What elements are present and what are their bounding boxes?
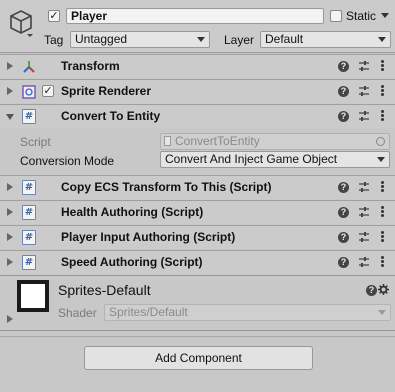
- help-icon[interactable]: ?: [366, 285, 377, 296]
- foldout-arrow-icon[interactable]: [7, 62, 13, 70]
- foldout-arrow-icon[interactable]: [7, 315, 13, 323]
- tag-dropdown[interactable]: Untagged: [70, 31, 210, 48]
- layer-label: Layer: [224, 33, 255, 47]
- component-convert-to-entity[interactable]: # Convert To Entity ?: [0, 104, 395, 128]
- conversion-mode-label: Conversion Mode: [20, 154, 115, 168]
- shader-value: Sprites/Default: [109, 305, 188, 319]
- add-component-button[interactable]: Add Component: [84, 346, 313, 370]
- gear-icon[interactable]: [378, 284, 389, 295]
- help-icon[interactable]: ?: [338, 207, 349, 218]
- presets-icon[interactable]: [358, 60, 370, 72]
- layer-value: Default: [265, 32, 304, 46]
- chevron-down-icon: [197, 37, 205, 42]
- component-title: Transform: [61, 59, 120, 73]
- presets-icon[interactable]: [358, 110, 370, 122]
- check-icon: ✓: [43, 84, 53, 97]
- context-menu-icon[interactable]: [379, 180, 385, 194]
- active-checkbox[interactable]: ✓: [48, 10, 60, 22]
- foldout-arrow-icon[interactable]: [7, 208, 13, 216]
- script-icon: #: [22, 109, 36, 124]
- component-health-authoring[interactable]: # Health Authoring (Script) ?: [0, 200, 395, 224]
- component-title: Sprite Renderer: [61, 84, 152, 98]
- component-title: Convert To Entity: [61, 109, 161, 123]
- component-sprite-renderer[interactable]: ✓ Sprite Renderer ?: [0, 79, 395, 103]
- foldout-arrow-icon[interactable]: [7, 258, 13, 266]
- material-preview[interactable]: [17, 280, 49, 312]
- context-menu-icon[interactable]: [379, 230, 385, 244]
- script-icon: #: [22, 180, 36, 195]
- transform-axes-icon: [23, 61, 35, 73]
- presets-icon[interactable]: [358, 231, 370, 243]
- help-icon[interactable]: ?: [338, 232, 349, 243]
- foldout-arrow-icon[interactable]: [7, 233, 13, 241]
- chevron-down-icon: [378, 310, 386, 315]
- conversion-mode-value: Convert And Inject Game Object: [165, 152, 338, 166]
- presets-icon[interactable]: [358, 181, 370, 193]
- layer-dropdown[interactable]: Default: [260, 31, 391, 48]
- component-player-input-authoring[interactable]: # Player Input Authoring (Script) ?: [0, 225, 395, 249]
- enabled-checkbox[interactable]: ✓: [42, 85, 54, 97]
- material-name: Sprites-Default: [58, 282, 151, 298]
- component-transform[interactable]: Transform ?: [0, 54, 395, 78]
- shader-label: Shader: [58, 306, 97, 320]
- inspector-header: ✓ Player Static Tag Untagged Layer Defau…: [0, 0, 395, 53]
- script-field: ConvertToEntity: [160, 133, 390, 150]
- script-file-icon: [164, 136, 171, 146]
- context-menu-icon[interactable]: [379, 205, 385, 219]
- context-menu-icon[interactable]: [379, 109, 385, 123]
- script-icon: #: [22, 205, 36, 220]
- divider: [0, 330, 395, 331]
- divider: [0, 336, 395, 337]
- static-label: Static: [346, 9, 377, 23]
- script-icon: #: [22, 255, 36, 270]
- component-title: Health Authoring (Script): [61, 205, 204, 219]
- sprite-renderer-icon: [22, 85, 36, 99]
- foldout-arrow-icon[interactable]: [7, 87, 13, 95]
- script-label: Script: [20, 135, 51, 149]
- chevron-down-icon: [378, 37, 386, 42]
- chevron-down-icon: [377, 157, 385, 162]
- component-title: Copy ECS Transform To This (Script): [61, 180, 272, 194]
- foldout-arrow-icon[interactable]: [7, 183, 13, 191]
- script-icon: #: [22, 230, 36, 245]
- component-speed-authoring[interactable]: # Speed Authoring (Script) ?: [0, 250, 395, 274]
- foldout-arrow-open-icon[interactable]: [6, 114, 14, 120]
- component-copy-ecs-transform[interactable]: # Copy ECS Transform To This (Script) ?: [0, 175, 395, 199]
- context-menu-icon[interactable]: [379, 59, 385, 73]
- component-title: Player Input Authoring (Script): [61, 230, 236, 244]
- help-icon[interactable]: ?: [338, 111, 349, 122]
- presets-icon[interactable]: [358, 85, 370, 97]
- presets-icon[interactable]: [358, 256, 370, 268]
- tag-label: Tag: [44, 33, 64, 47]
- shader-dropdown[interactable]: Sprites/Default: [104, 304, 391, 321]
- object-name-field[interactable]: Player: [66, 8, 324, 24]
- help-icon[interactable]: ?: [338, 182, 349, 193]
- component-title: Speed Authoring (Script): [61, 255, 203, 269]
- gameobject-cube-icon[interactable]: [8, 8, 34, 38]
- help-icon[interactable]: ?: [338, 61, 349, 72]
- conversion-mode-dropdown[interactable]: Convert And Inject Game Object: [160, 151, 390, 168]
- context-menu-icon[interactable]: [379, 255, 385, 269]
- help-icon[interactable]: ?: [338, 257, 349, 268]
- context-menu-icon[interactable]: [379, 84, 385, 98]
- static-checkbox[interactable]: [330, 10, 342, 22]
- presets-icon[interactable]: [358, 206, 370, 218]
- object-picker-icon: [376, 137, 385, 146]
- script-value: ConvertToEntity: [175, 134, 260, 148]
- check-icon: ✓: [49, 9, 59, 22]
- static-dropdown-arrow-icon[interactable]: [381, 13, 389, 19]
- tag-value: Untagged: [75, 32, 128, 46]
- divider: [0, 275, 395, 276]
- help-icon[interactable]: ?: [338, 86, 349, 97]
